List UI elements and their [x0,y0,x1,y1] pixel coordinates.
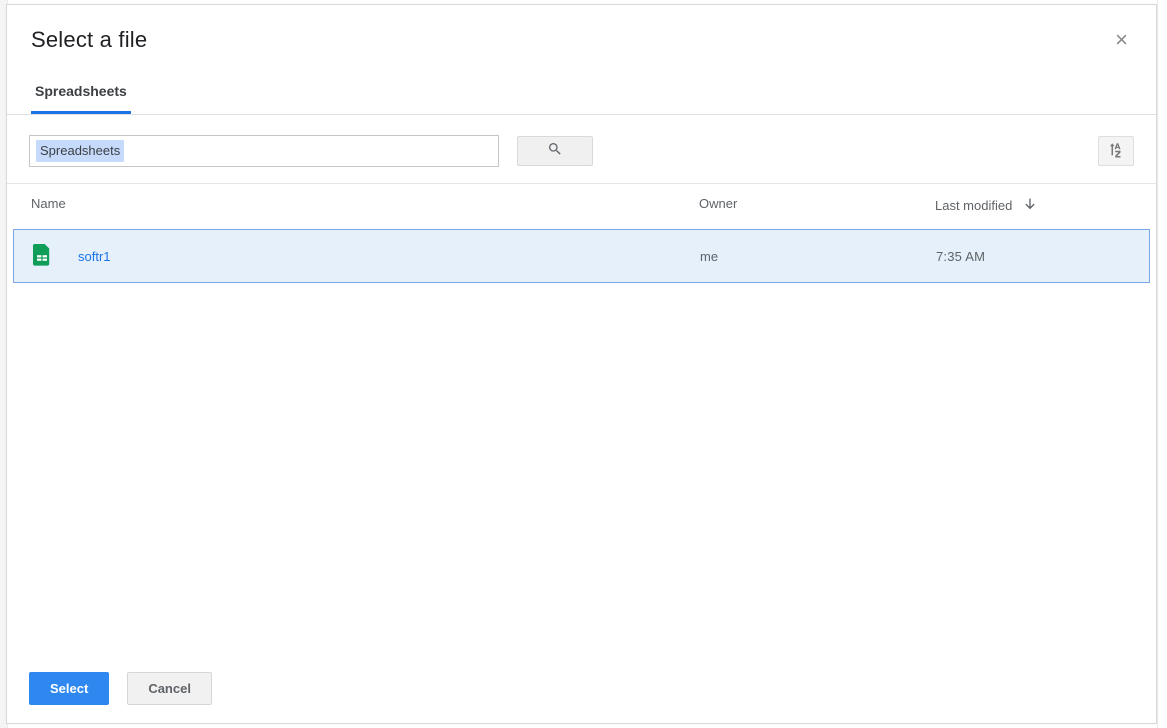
column-headers: Name Owner Last modified [7,184,1156,229]
column-header-modified-label: Last modified [935,198,1012,213]
cancel-button[interactable]: Cancel [127,672,212,705]
sort-alpha-icon [1107,141,1125,162]
dialog-footer: Select Cancel [7,658,1156,723]
sort-alpha-button[interactable] [1098,136,1134,166]
page-background-right [1157,0,1167,728]
file-picker-dialog: Select a file × Spreadsheets Spreadsheet… [6,4,1157,724]
search-filter-chip[interactable]: Spreadsheets [36,140,124,162]
search-input[interactable]: Spreadsheets [29,135,499,167]
search-button[interactable] [517,136,593,166]
sheets-icon [32,244,52,268]
file-row-modified-cell: 7:35 AM [936,249,1131,264]
select-button[interactable]: Select [29,672,109,705]
file-row-name-cell: softr1 [32,244,700,268]
arrow-down-icon [1022,196,1038,215]
search-icon [547,141,563,162]
column-header-name[interactable]: Name [31,196,699,215]
dialog-title: Select a file [31,27,1111,53]
tab-spreadsheets[interactable]: Spreadsheets [31,73,131,114]
filter-bar: Spreadsheets [7,115,1156,184]
dialog-header: Select a file × [7,5,1156,65]
file-row[interactable]: softr1 me 7:35 AM [13,229,1150,283]
file-row-owner-cell: me [700,249,936,264]
column-header-modified[interactable]: Last modified [935,196,1132,215]
file-name: softr1 [78,249,111,264]
tab-bar: Spreadsheets [7,65,1156,115]
column-header-owner[interactable]: Owner [699,196,935,215]
close-icon[interactable]: × [1111,27,1132,53]
